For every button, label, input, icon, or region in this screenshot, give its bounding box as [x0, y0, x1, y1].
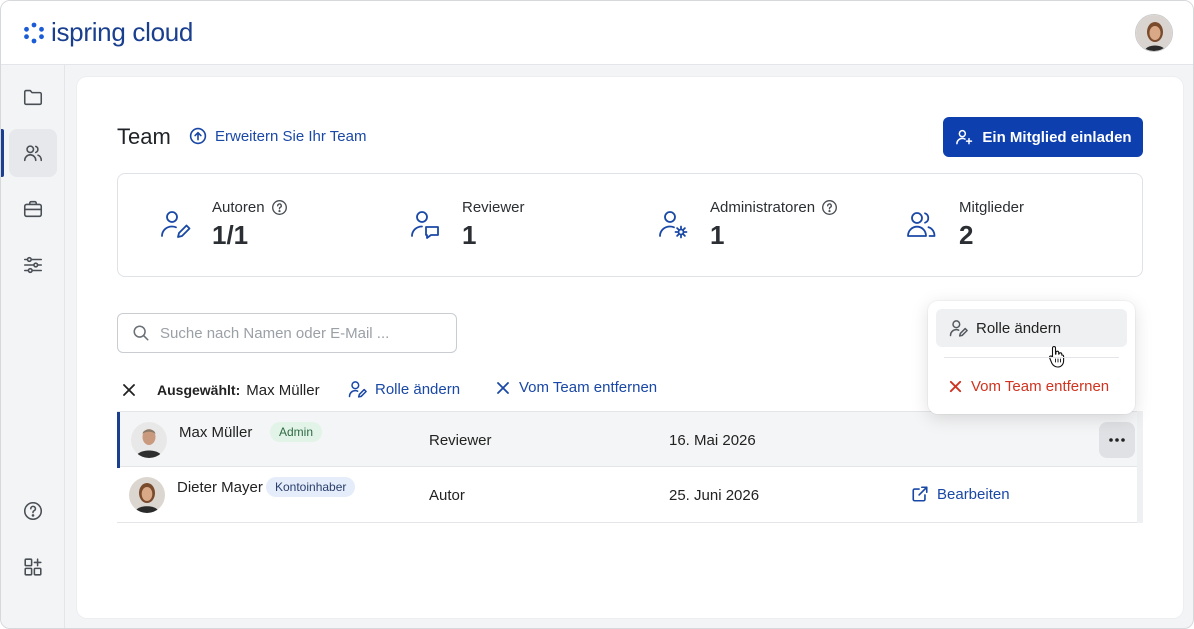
expand-team-link[interactable]: Erweitern Sie Ihr Team: [189, 127, 366, 145]
stat-reviewers-label: Reviewer: [462, 199, 525, 216]
stat-authors-label: Autoren: [212, 199, 265, 216]
close-icon: [949, 380, 962, 392]
member-role: Reviewer: [429, 432, 492, 449]
search-box[interactable]: [117, 313, 457, 353]
status-badge: Kontoinhaber: [266, 477, 356, 497]
selection-label: Ausgewählt:: [157, 382, 241, 398]
users-icon: [23, 145, 43, 162]
expand-team-label: Erweitern Sie Ihr Team: [215, 127, 367, 145]
arrow-up-circle-icon: [189, 127, 207, 145]
sliders-icon: [23, 256, 43, 274]
admin-icon: [659, 211, 688, 239]
menu-item-remove[interactable]: Vom Team entfernen: [936, 367, 1127, 405]
invite-member-button[interactable]: Ein Mitglied einladen: [943, 117, 1143, 157]
member-role: Autor: [429, 487, 465, 504]
apps-add-icon: [24, 558, 42, 576]
avatar: [129, 477, 165, 513]
external-link-icon: [912, 486, 928, 502]
selection-name: Max Müller: [246, 381, 320, 399]
add-user-icon: [956, 129, 973, 145]
sidebar-active-indicator: [1, 129, 4, 177]
brand-name: ispring cloud: [51, 17, 194, 47]
briefcase-icon: [23, 200, 43, 218]
bulk-change-role-label: Rolle ändern: [375, 380, 461, 398]
menu-divider: [944, 357, 1119, 358]
stat-admins-value: 1: [710, 220, 725, 250]
ispring-logo-icon: [24, 22, 44, 43]
bulk-remove-button[interactable]: Vom Team entfernen: [495, 379, 657, 396]
close-icon: [123, 384, 135, 396]
page-title: Team: [117, 124, 171, 149]
team-stats: Autoren 1/1 Reviewer 1 Administratoren 1…: [117, 173, 1143, 277]
menu-item-change-role[interactable]: Rolle ändern: [936, 309, 1127, 368]
top-header: ispring cloud: [1, 1, 1193, 65]
folder-icon: [23, 89, 43, 106]
stat-members-label: Mitglieder: [959, 199, 1025, 216]
search-icon: [133, 325, 149, 341]
selected-row-indicator: [117, 412, 120, 468]
sidebar-item-courses[interactable]: [9, 185, 57, 233]
table-row[interactable]: Max Müller Admin Reviewer 16. Mai 2026: [117, 411, 1143, 468]
sidebar-item-apps[interactable]: [9, 543, 57, 591]
member-name: Dieter Mayer: [177, 479, 263, 496]
help-circle-icon[interactable]: [821, 199, 838, 216]
more-horizontal-icon: [1109, 438, 1125, 442]
member-date: 16. Mai 2026: [669, 432, 756, 449]
members-icon: [907, 212, 936, 237]
scrollbar[interactable]: [1137, 411, 1143, 523]
user-edit-icon: [949, 320, 968, 337]
more-actions-button[interactable]: [1099, 422, 1135, 458]
sidebar-item-team[interactable]: [9, 129, 57, 177]
menu-item-change-role-label: Rolle ändern: [976, 319, 1062, 337]
edit-member-button[interactable]: Bearbeiten: [911, 485, 1010, 503]
user-edit-icon: [348, 381, 367, 398]
stat-authors-value: 1/1: [212, 220, 249, 250]
team-panel: Team Erweitern Sie Ihr Team Ein Mitglied…: [77, 77, 1183, 618]
menu-item-remove-label: Vom Team entfernen: [971, 377, 1110, 395]
status-badge: Admin: [270, 422, 323, 442]
sidebar-item-settings[interactable]: [9, 241, 57, 289]
member-name: Max Müller: [179, 424, 253, 441]
author-icon: [161, 211, 191, 238]
stat-admins-label: Administratoren: [710, 199, 816, 216]
bulk-remove-label: Vom Team entfernen: [519, 379, 658, 396]
sidebar-item-content[interactable]: [9, 73, 57, 121]
clear-selection-button[interactable]: [121, 382, 141, 398]
search-input[interactable]: [160, 324, 440, 342]
edit-member-label: Bearbeiten: [937, 485, 1010, 503]
help-icon: [23, 501, 43, 521]
sidebar-item-help[interactable]: [9, 487, 57, 535]
app-window: ispring cloud Team Erweitern Sie Ihr Tea…: [0, 0, 1194, 629]
table-row[interactable]: Dieter Mayer Kontoinhaber Autor 25. Juni…: [117, 467, 1143, 523]
close-icon: [497, 381, 509, 394]
row-context-menu: Rolle ändern Vom Team entfernen: [928, 301, 1135, 414]
stat-members-value: 2: [959, 220, 974, 250]
sidebar: [1, 65, 65, 628]
help-circle-icon[interactable]: [271, 199, 288, 216]
selection-bar: Ausgewählt: Max Müller: [121, 377, 320, 403]
ispring-logo[interactable]: ispring cloud: [23, 17, 193, 48]
bulk-change-role-button[interactable]: Rolle ändern: [347, 379, 460, 399]
invite-member-label: Ein Mitglied einladen: [982, 128, 1132, 146]
hand-cursor-icon: [1048, 345, 1065, 368]
member-date: 25. Juni 2026: [669, 487, 760, 504]
stat-reviewers-value: 1: [462, 220, 477, 250]
avatar: [131, 422, 167, 458]
reviewer-icon: [411, 211, 439, 239]
user-avatar[interactable]: [1135, 14, 1173, 52]
